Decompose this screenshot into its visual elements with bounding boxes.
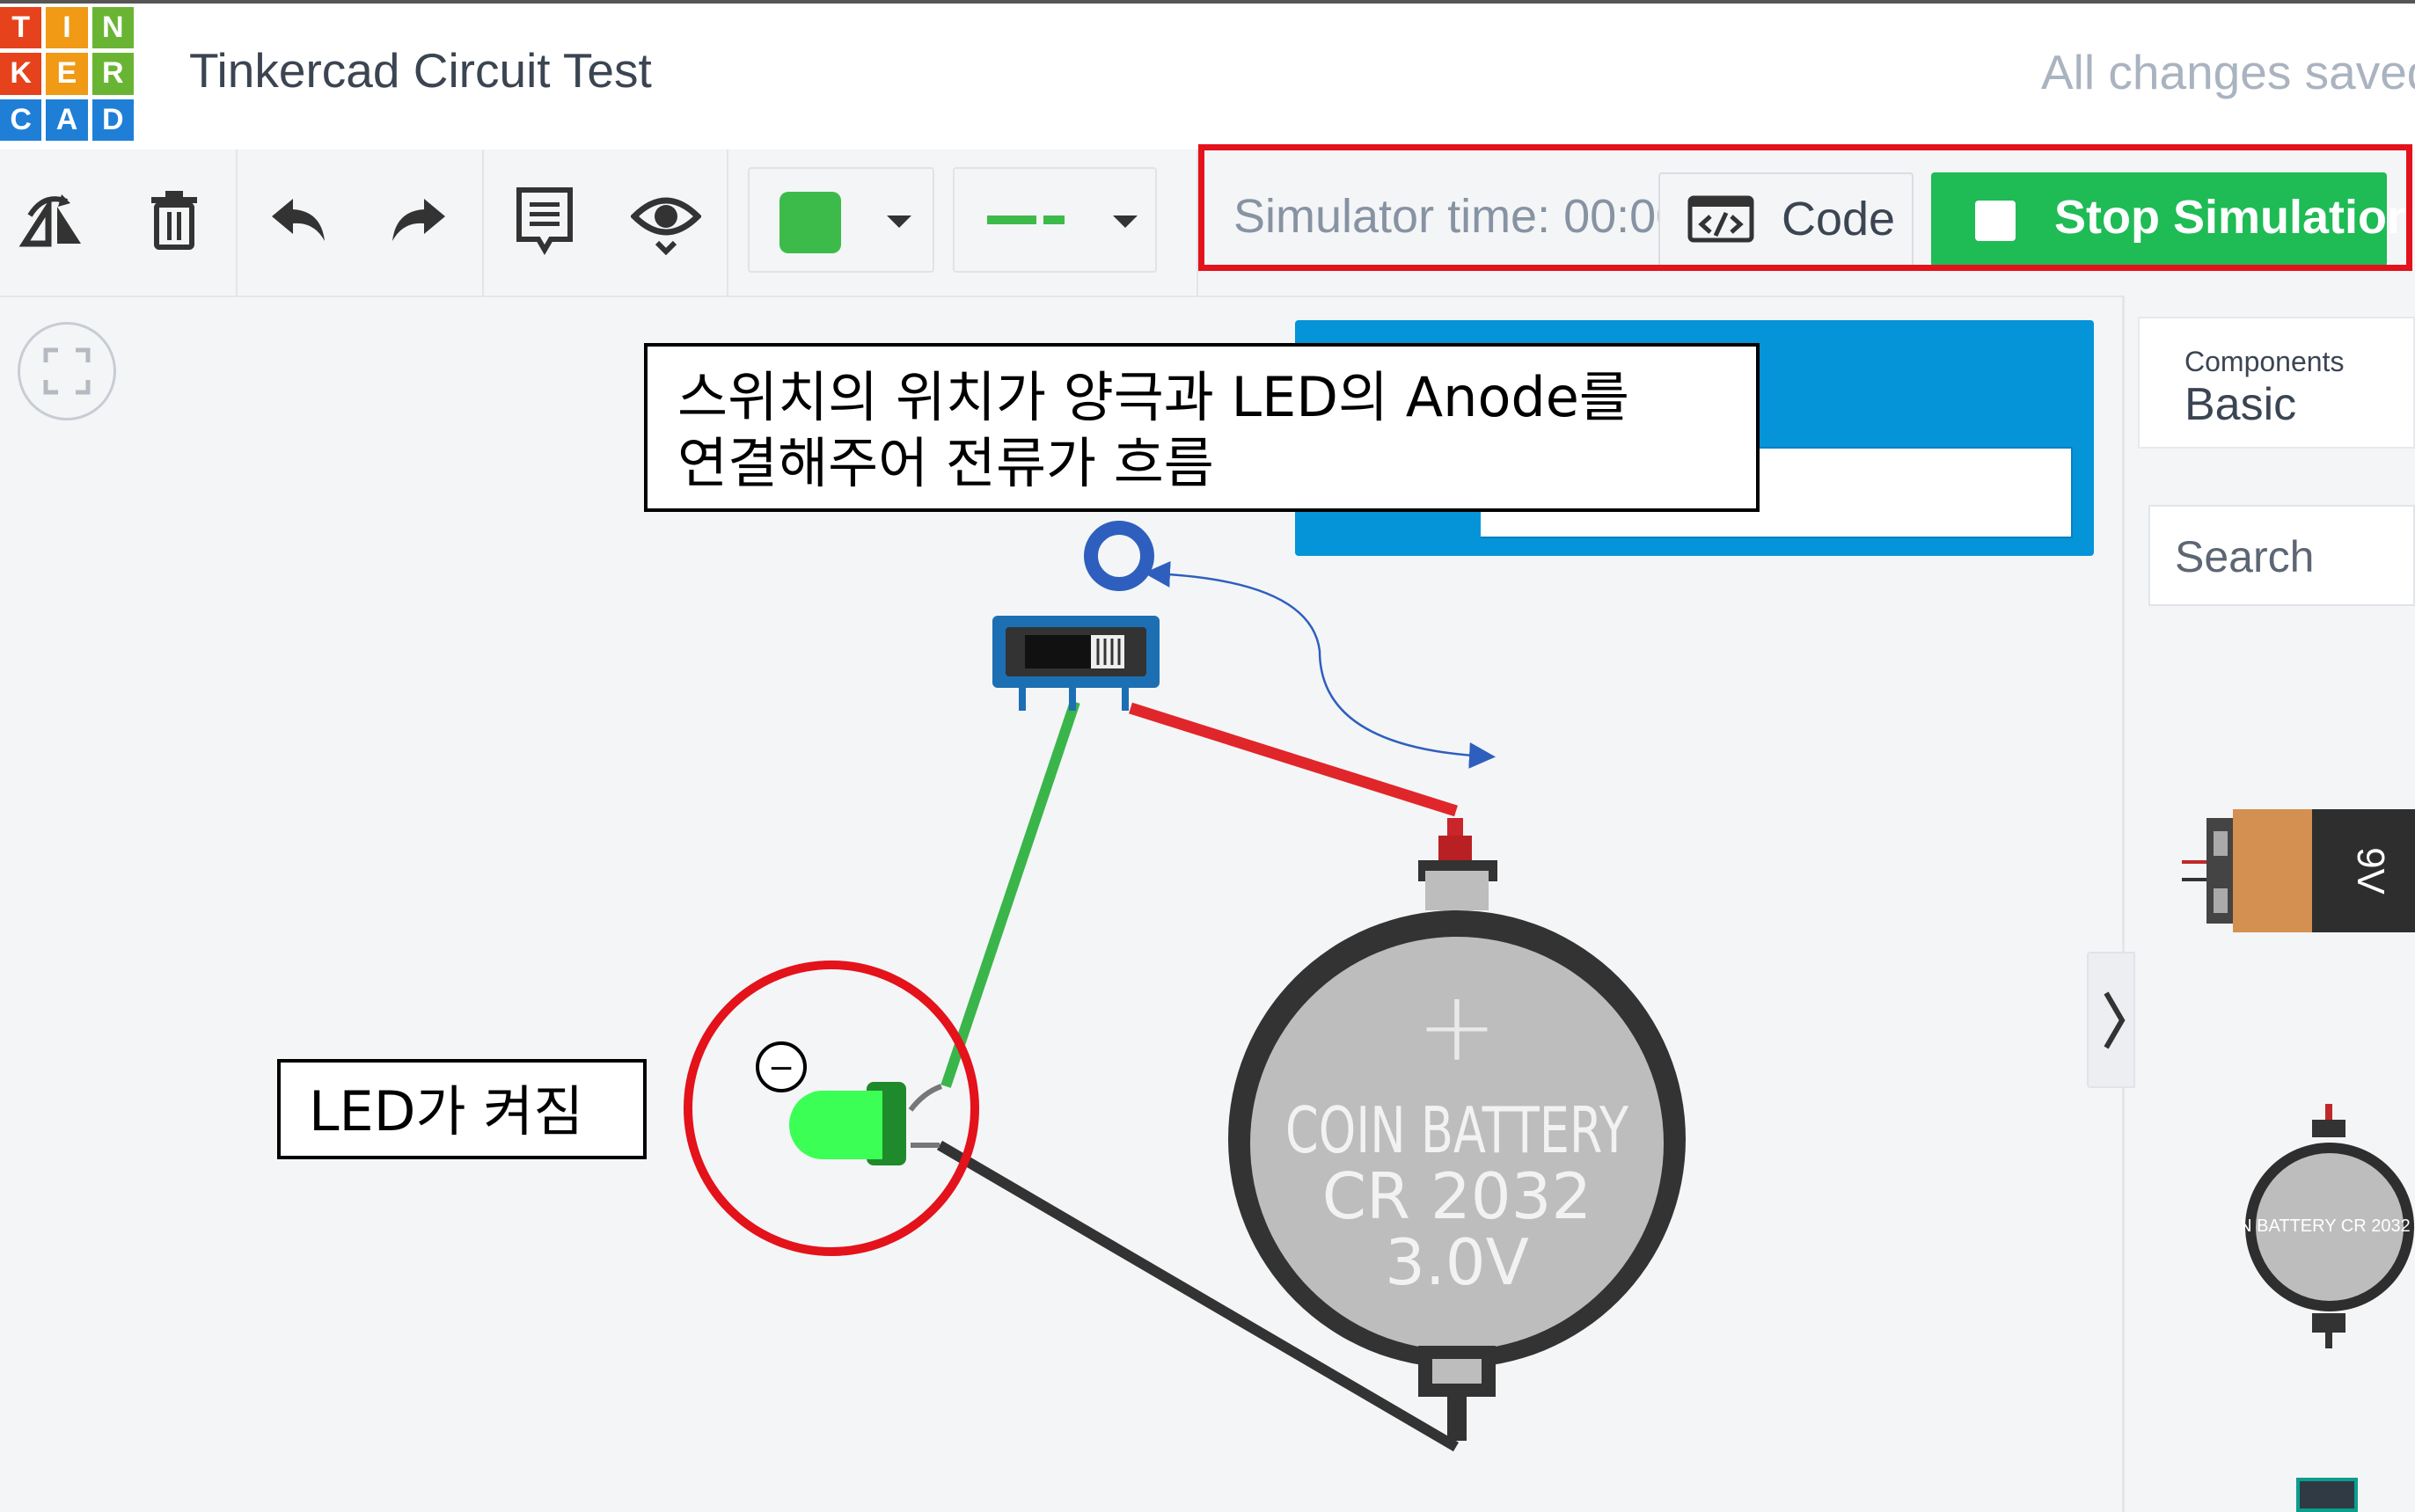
notes-icon[interactable]: [505, 180, 584, 259]
save-status: All changes saved: [2041, 45, 2415, 99]
callout-switch-text: 스위치의 위치가 양극과 LED의 Anode를 연결해주어 전류가 흐름: [677, 365, 1629, 495]
sidebar-component-partial[interactable]: [2296, 1478, 2358, 1512]
logo-letter: E: [46, 53, 88, 95]
battery-9v-label: 9V: [2349, 847, 2392, 895]
design-title[interactable]: Tinkercad Circuit Test: [189, 42, 652, 99]
logo-letter: D: [91, 99, 134, 141]
search-placeholder: Search: [2175, 532, 2315, 581]
toolbar-divider: [482, 150, 484, 296]
components-category-value: Basic: [2184, 379, 2297, 430]
logo-letter: K: [0, 53, 42, 95]
battery-label-line3: 3.0V: [1385, 1225, 1529, 1299]
logo-letter: T: [0, 7, 42, 49]
redo-icon[interactable]: [378, 180, 457, 259]
logo-letter: A: [46, 99, 88, 141]
toolbar-divider: [236, 150, 238, 296]
coin-battery: + COIN BATTERY CR 2032 3.0V: [1228, 818, 1686, 1441]
rotate-icon[interactable]: [13, 180, 92, 259]
logo-letter: R: [91, 53, 134, 95]
eye-icon[interactable]: [626, 180, 706, 259]
logo-letter: I: [46, 7, 88, 49]
green-led: −: [756, 1041, 943, 1165]
red-wire: [1129, 702, 1458, 817]
callout-led-text: LED가 켜짐: [309, 1079, 584, 1143]
trash-icon[interactable]: [135, 180, 214, 259]
switch-terminal-marker: [1084, 521, 1154, 591]
battery-label-line1: COIN BATTERY: [1285, 1093, 1629, 1167]
color-swatch: [779, 192, 841, 253]
svg-text:−: −: [768, 1050, 794, 1086]
chevron-down-icon: [1113, 215, 1138, 228]
logo-letter: C: [0, 99, 42, 141]
slide-switch: [992, 616, 1160, 711]
logo-letter: N: [91, 7, 134, 49]
highlight-box: [1198, 144, 2412, 271]
tinkercad-logo[interactable]: TIN KER CAD: [0, 7, 134, 141]
undo-icon[interactable]: [260, 180, 339, 259]
components-caption: Components: [2184, 346, 2345, 377]
battery-plus-sign: +: [1416, 970, 1497, 1083]
sidebar-component-coin-battery[interactable]: COIN BATTERY CR 2032 3.0V: [2208, 1104, 2415, 1350]
sidebar-component-9v-battery[interactable]: 9V: [2182, 792, 2415, 950]
straight-wire-icon: [987, 213, 1066, 224]
callout-switch-explanation: 스위치의 위치가 양극과 LED의 Anode를 연결해주어 전류가 흐름: [644, 343, 1760, 512]
chevron-right-icon: [2101, 990, 2127, 1055]
coin-battery-thumb-label: COIN BATTERY CR 2032 3.0V: [2242, 1216, 2415, 1236]
callout-led-on: LED가 켜짐: [277, 1059, 647, 1159]
green-wire: [940, 700, 1080, 1088]
battery-label-line2: CR 2032: [1322, 1159, 1592, 1233]
chevron-down-icon: [887, 215, 911, 228]
toolbar-divider: [727, 150, 728, 296]
